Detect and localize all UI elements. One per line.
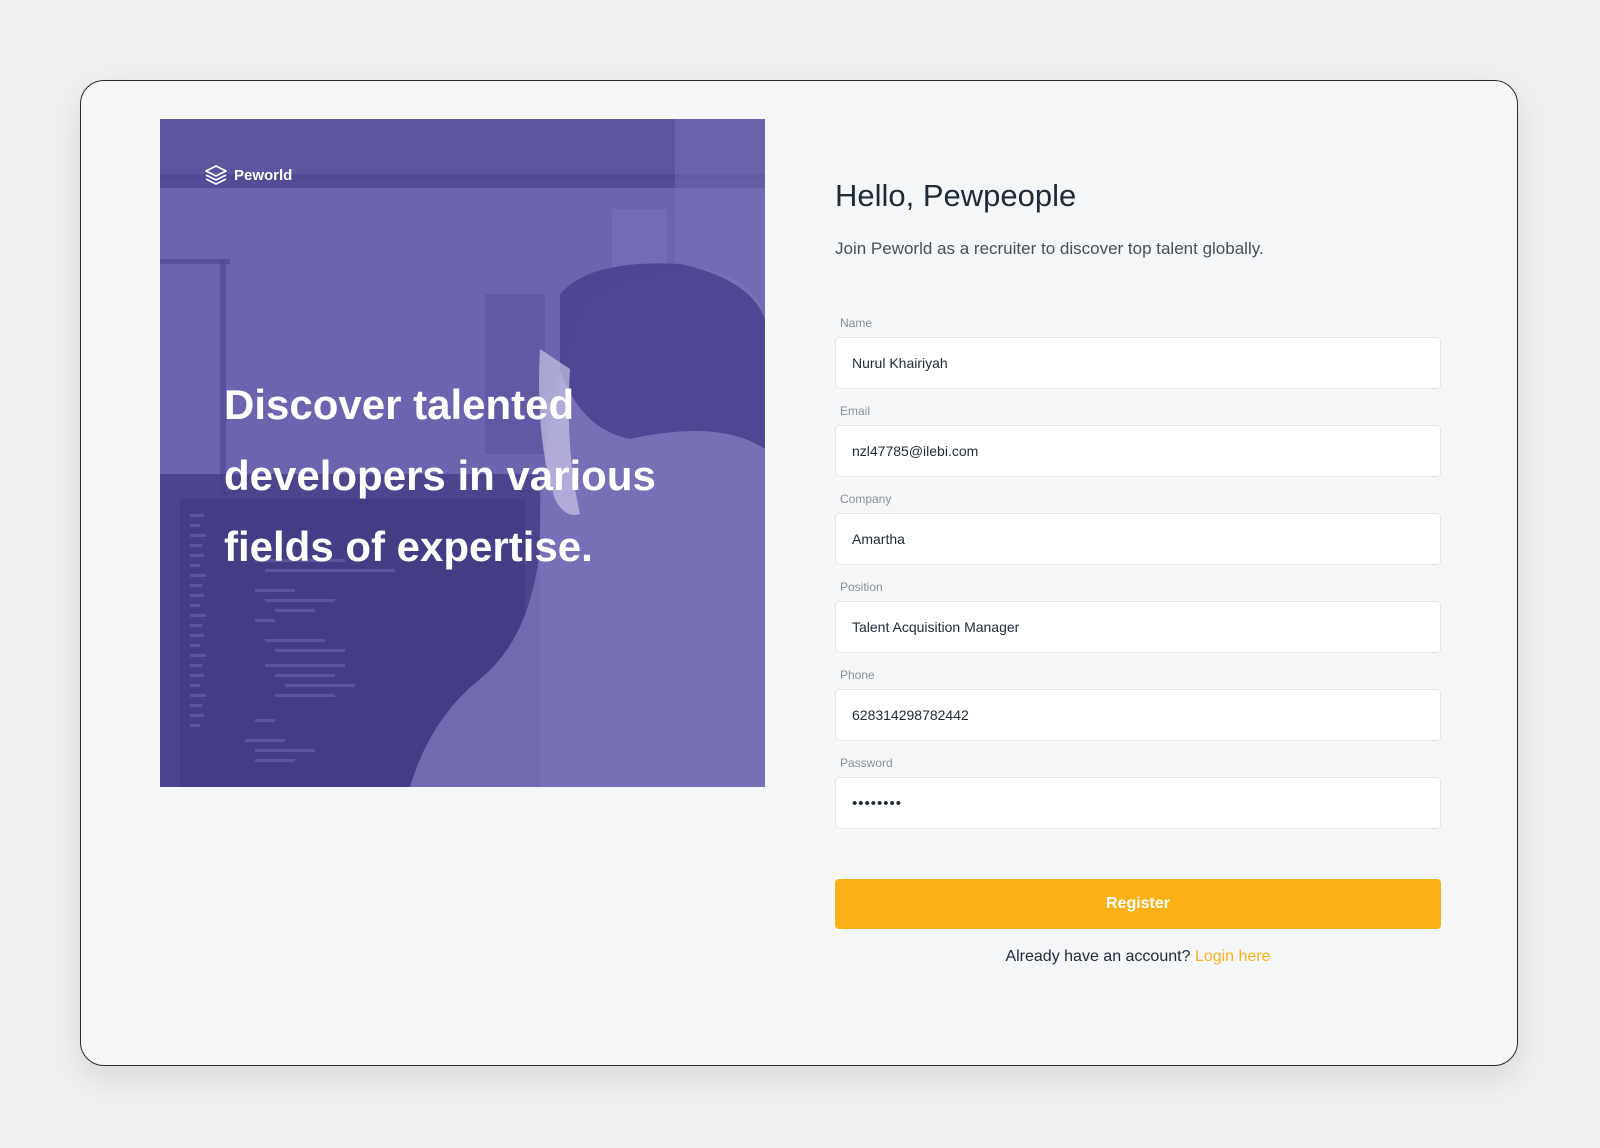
email-field: Email nzl47785@ilebi.com	[835, 404, 1441, 477]
company-input[interactable]: Amartha	[835, 513, 1441, 565]
login-prompt-text: Already have an account?	[1005, 948, 1191, 965]
position-label: Position	[840, 580, 883, 594]
company-label: Company	[840, 492, 892, 506]
name-field: Name Nurul Khairiyah	[835, 316, 1441, 389]
phone-label: Phone	[840, 668, 875, 682]
email-input[interactable]: nzl47785@ilebi.com	[835, 425, 1441, 477]
company-field: Company Amartha	[835, 492, 1441, 565]
phone-input[interactable]: 628314298782442	[835, 689, 1441, 741]
position-field: Position Talent Acquisition Manager	[835, 580, 1441, 653]
login-link[interactable]: Login here	[1195, 948, 1271, 965]
password-field: Password ••••••••	[835, 756, 1441, 829]
page-subtitle: Join Peworld as a recruiter to discover …	[835, 239, 1264, 258]
hero-title-line-1: Discover talented	[224, 381, 575, 428]
phone-field: Phone 628314298782442	[835, 668, 1441, 741]
password-label: Password	[840, 756, 893, 770]
hero-title-line-3: fields of expertise.	[224, 523, 593, 570]
password-input[interactable]: ••••••••	[835, 777, 1441, 829]
hero-title-line-2: developers in various	[224, 452, 656, 499]
stacked-layers-icon	[205, 165, 227, 185]
brand-logo: Peworld	[204, 163, 292, 187]
position-input[interactable]: Talent Acquisition Manager	[835, 601, 1441, 653]
email-label: Email	[840, 404, 871, 418]
name-label: Name	[840, 316, 873, 330]
login-prompt: Already have an account? Login here	[835, 948, 1441, 966]
hero-panel: Peworld Discover talented developers in v…	[160, 119, 765, 787]
register-button[interactable]: Register	[835, 879, 1441, 929]
page-title: Hello, Pewpeople	[835, 178, 1077, 213]
name-input[interactable]: Nurul Khairiyah	[835, 337, 1441, 389]
brand-name: Peworld	[234, 166, 293, 184]
hero-title: Discover talented developers in various fi…	[224, 369, 704, 582]
